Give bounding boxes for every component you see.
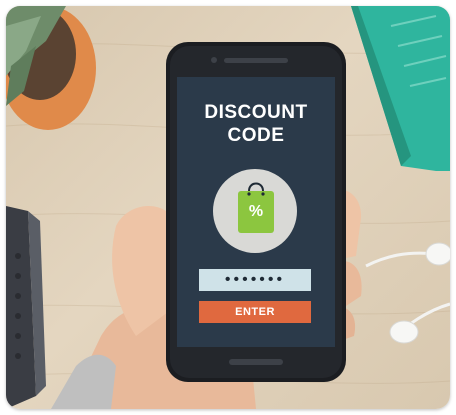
potted-plant-icon xyxy=(6,6,96,130)
enter-button[interactable]: ENTER xyxy=(199,301,311,323)
discount-code-input[interactable] xyxy=(199,269,311,291)
shopping-bag-percent-icon: % xyxy=(236,177,276,237)
notebook-icon xyxy=(351,6,450,171)
photo-frame: DISCOUNT CODE % ENTER xyxy=(6,6,450,409)
phone-screen: DISCOUNT CODE % ENTER xyxy=(177,77,335,347)
earbuds-icon xyxy=(365,242,450,344)
page-title: DISCOUNT CODE xyxy=(177,101,335,147)
title-line-1: DISCOUNT xyxy=(204,102,308,123)
speaker-icon xyxy=(6,206,46,409)
percent-symbol: % xyxy=(248,203,264,220)
title-line-2: CODE xyxy=(227,125,285,146)
